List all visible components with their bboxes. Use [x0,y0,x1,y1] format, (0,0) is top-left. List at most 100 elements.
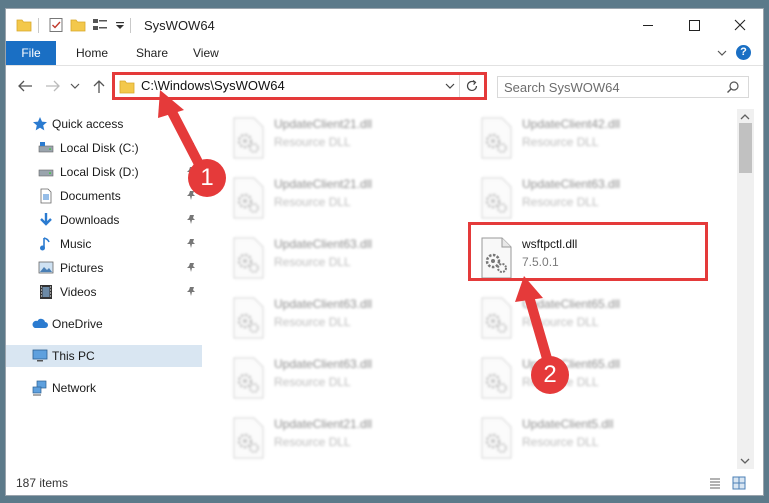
minimize-button[interactable] [625,9,671,41]
file-item[interactable]: UpdateClient21.dll Resource DLL [206,113,446,165]
file-list: UpdateClient21.dll Resource DLL UpdateCl… [206,109,738,469]
recent-locations-icon[interactable] [70,78,80,94]
sidebar-item-documents[interactable]: Documents [6,185,202,207]
sidebar-item-label: Videos [60,285,97,299]
file-item[interactable]: UpdateClient63.dll Resource DLL [454,173,694,225]
music-icon [40,237,50,251]
new-folder-icon[interactable] [70,17,86,33]
sidebar-item-quick-access[interactable]: Quick access [6,113,202,135]
star-icon [33,117,47,131]
pin-icon[interactable] [186,262,197,273]
dll-file-icon [233,177,264,219]
sidebar-item-music[interactable]: Music [6,233,202,255]
documents-icon [40,188,52,204]
large-icons-view-icon[interactable] [732,476,746,490]
file-type: Resource DLL [274,315,351,329]
file-name: UpdateClient21.dll [274,417,373,431]
scroll-up-icon[interactable] [740,113,750,121]
pin-icon[interactable] [186,286,197,297]
details-view-icon[interactable] [708,476,722,490]
status-bar: 187 items [6,471,763,495]
up-arrow-icon[interactable] [90,78,108,94]
file-item[interactable]: UpdateClient21.dll Resource DLL [206,413,446,465]
file-type: Resource DLL [522,435,599,449]
file-item[interactable]: UpdateClient63.dll Resource DLL [206,233,446,285]
file-item[interactable]: UpdateClient42.dll Resource DLL [454,113,694,165]
sidebar-item-label: OneDrive [52,317,103,331]
sidebar-item-this-pc[interactable]: This PC [6,345,202,367]
file-item[interactable]: UpdateClient63.dll Resource DLL [206,353,446,405]
dll-file-icon [481,357,512,399]
search-input[interactable] [504,79,714,95]
file-item[interactable]: UpdateClient65.dll Resource DLL [454,293,694,345]
dll-file-icon [481,417,512,459]
view-options-icon[interactable] [92,17,108,33]
sidebar-item-videos[interactable]: Videos [6,281,202,303]
maximize-button[interactable] [671,9,717,41]
help-button[interactable]: ? [736,45,751,60]
vertical-scrollbar[interactable] [737,109,754,469]
sidebar-item-local-disk-c[interactable]: Local Disk (C:) [6,137,202,159]
navigation-bar: C:\Windows\SysWOW64 [6,66,763,106]
sidebar-item-downloads[interactable]: Downloads [6,209,202,231]
close-button[interactable] [717,9,763,41]
toolbar-separator [38,18,39,33]
dll-file-icon [233,297,264,339]
folder-icon [119,80,135,94]
file-type: Resource DLL [274,255,351,269]
title-bar: SysWOW64 [6,9,763,41]
sidebar-item-pictures[interactable]: Pictures [6,257,202,279]
file-type: Resource DLL [522,195,599,209]
file-name: UpdateClient63.dll [274,297,373,311]
refresh-icon[interactable] [465,79,479,93]
file-item[interactable]: UpdateClient5.dll Resource DLL [454,413,694,465]
file-type: Resource DLL [274,195,351,209]
search-icon[interactable] [726,80,740,94]
file-name: UpdateClient63.dll [274,237,373,251]
toolbar-separator [130,18,131,33]
scroll-down-icon[interactable] [740,457,750,465]
expand-ribbon-icon[interactable] [715,46,729,60]
scrollbar-thumb[interactable] [739,123,752,173]
file-type: Resource DLL [522,135,599,149]
pictures-icon [38,261,54,274]
file-item[interactable]: UpdateClient63.dll Resource DLL [206,293,446,345]
file-name: UpdateClient63.dll [274,357,373,371]
forward-arrow-icon[interactable] [44,78,62,94]
properties-icon[interactable] [48,17,64,33]
pin-icon[interactable] [186,142,197,153]
drive-icon [38,169,54,177]
file-type: Resource DLL [274,135,351,149]
tab-file[interactable]: File [6,41,56,65]
sidebar-item-label: Local Disk (C:) [60,141,139,155]
file-item[interactable]: UpdateClient65.dll Resource DLL [454,353,694,405]
tab-view[interactable]: View [193,41,219,65]
file-item[interactable]: UpdateClient21.dll Resource DLL [206,173,446,225]
dll-file-icon [233,237,264,279]
back-arrow-icon[interactable] [16,78,34,94]
sidebar-item-onedrive[interactable]: OneDrive [6,313,202,335]
address-path[interactable]: C:\Windows\SysWOW64 [141,78,285,93]
folder-icon[interactable] [16,17,32,33]
step-badge-2: 2 [531,356,569,394]
pin-icon[interactable] [186,214,197,225]
dll-file-icon [233,117,264,159]
network-icon [32,380,47,396]
address-separator [459,75,460,97]
sidebar-item-network[interactable]: Network [6,377,202,399]
file-name: UpdateClient42.dll [522,117,621,131]
tab-share[interactable]: Share [136,41,168,65]
pin-icon[interactable] [186,238,197,249]
sidebar-item-label: Pictures [60,261,104,275]
drive-icon [38,142,54,153]
chevron-down-icon[interactable] [444,80,456,92]
customize-toolbar-icon[interactable] [114,17,126,33]
address-bar[interactable]: C:\Windows\SysWOW64 [112,72,487,100]
tab-home[interactable]: Home [76,41,108,65]
search-box[interactable] [497,76,749,98]
sidebar-item-local-disk-d[interactable]: Local Disk (D:) [6,161,202,183]
highlight-box-file [468,222,708,281]
sidebar-item-label: This PC [52,349,95,363]
dll-file-icon [481,117,512,159]
file-type: Resource DLL [274,375,351,389]
